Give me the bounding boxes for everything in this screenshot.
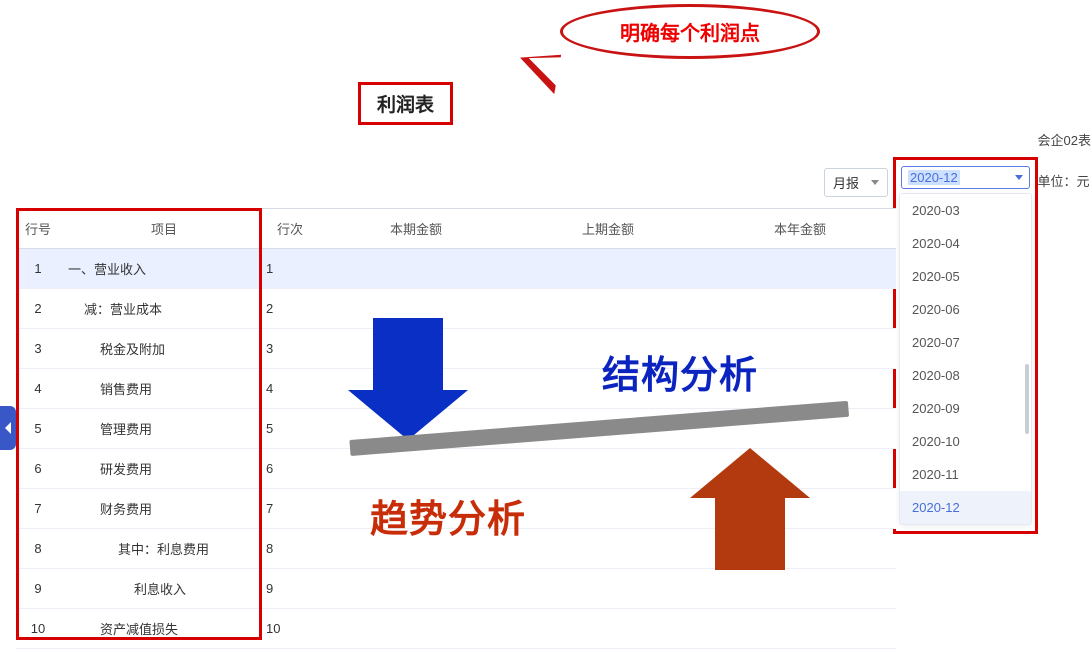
cell-rowno: 3	[16, 341, 60, 356]
cell-rowno: 9	[16, 581, 60, 596]
cell-line: 8	[260, 541, 320, 556]
cell-item: 减：营业成本	[60, 299, 260, 318]
report-type-value: 月报	[833, 173, 859, 192]
form-code: 会企02表	[1038, 130, 1091, 149]
side-collapse-tab[interactable]	[0, 406, 16, 450]
arrow-up-icon	[690, 448, 810, 570]
cell-line: 7	[260, 501, 320, 516]
col-current: 本期金额	[320, 219, 512, 238]
page-title: 利润表	[377, 95, 434, 116]
arrow-down-icon	[348, 318, 468, 440]
col-ytd: 本年金额	[704, 219, 896, 238]
report-type-select[interactable]: 月报	[824, 168, 888, 197]
period-option[interactable]: 2020-03	[900, 194, 1031, 227]
table-row[interactable]: 1一、营业收入1	[16, 249, 896, 289]
unit-label: 单位：元	[1038, 171, 1091, 190]
cell-rowno: 7	[16, 501, 60, 516]
period-option[interactable]: 2020-06	[900, 293, 1031, 326]
label-structure: 结构分析	[602, 344, 758, 399]
col-item: 项目	[60, 219, 260, 238]
period-option[interactable]: 2020-04	[900, 227, 1031, 260]
cell-rowno: 2	[16, 301, 60, 316]
scrollbar-thumb[interactable]	[1025, 364, 1029, 434]
meta-area: 会企02表 单位：元	[1038, 130, 1091, 205]
table-row[interactable]: 9利息收入9	[16, 569, 896, 609]
cell-rowno: 10	[16, 621, 60, 636]
cell-item: 利息收入	[60, 579, 260, 598]
cell-line: 6	[260, 461, 320, 476]
cell-item: 管理费用	[60, 419, 260, 438]
period-option[interactable]: 2020-12	[900, 491, 1031, 524]
cell-line: 3	[260, 341, 320, 356]
cell-rowno: 1	[16, 261, 60, 276]
cell-item: 税金及附加	[60, 339, 260, 358]
period-option[interactable]: 2020-11	[900, 458, 1031, 491]
cell-item: 其中：利息费用	[60, 539, 260, 558]
cell-rowno: 4	[16, 381, 60, 396]
period-option[interactable]: 2020-10	[900, 425, 1031, 458]
period-option[interactable]: 2020-05	[900, 260, 1031, 293]
cell-rowno: 5	[16, 421, 60, 436]
period-option[interactable]: 2020-08	[900, 359, 1031, 392]
col-line: 行次	[260, 219, 320, 238]
page-title-box: 利润表	[358, 82, 453, 125]
table-header: 行号 项目 行次 本期金额 上期金额 本年金额	[16, 209, 896, 249]
cell-rowno: 6	[16, 461, 60, 476]
cell-item: 财务费用	[60, 499, 260, 518]
col-rowno: 行号	[16, 219, 60, 238]
cell-rowno: 8	[16, 541, 60, 556]
chevron-down-icon	[1015, 175, 1023, 180]
period-option[interactable]: 2020-09	[900, 392, 1031, 425]
cell-item: 销售费用	[60, 379, 260, 398]
callout-bubble: 明确每个利润点	[560, 4, 820, 59]
table-row[interactable]: 10资产减值损失10	[16, 609, 896, 649]
cell-item: 资产减值损失	[60, 619, 260, 638]
cell-line: 5	[260, 421, 320, 436]
period-option-list: 2020-032020-042020-052020-062020-072020-…	[899, 193, 1032, 525]
cell-line: 1	[260, 261, 320, 276]
period-select[interactable]: 2020-12	[901, 166, 1030, 189]
callout-text: 明确每个利润点	[620, 17, 760, 46]
period-option[interactable]: 2020-07	[900, 326, 1031, 359]
cell-item: 研发费用	[60, 459, 260, 478]
chevron-down-icon	[871, 180, 879, 185]
cell-line: 4	[260, 381, 320, 396]
cell-line: 9	[260, 581, 320, 596]
col-prev: 上期金额	[512, 219, 704, 238]
label-trend: 趋势分析	[370, 488, 526, 543]
period-selected-value: 2020-12	[908, 170, 960, 185]
cell-line: 10	[260, 621, 320, 636]
period-dropdown-wrap: 2020-12 2020-032020-042020-052020-062020…	[893, 157, 1038, 534]
cell-line: 2	[260, 301, 320, 316]
cell-item: 一、营业收入	[60, 259, 260, 278]
